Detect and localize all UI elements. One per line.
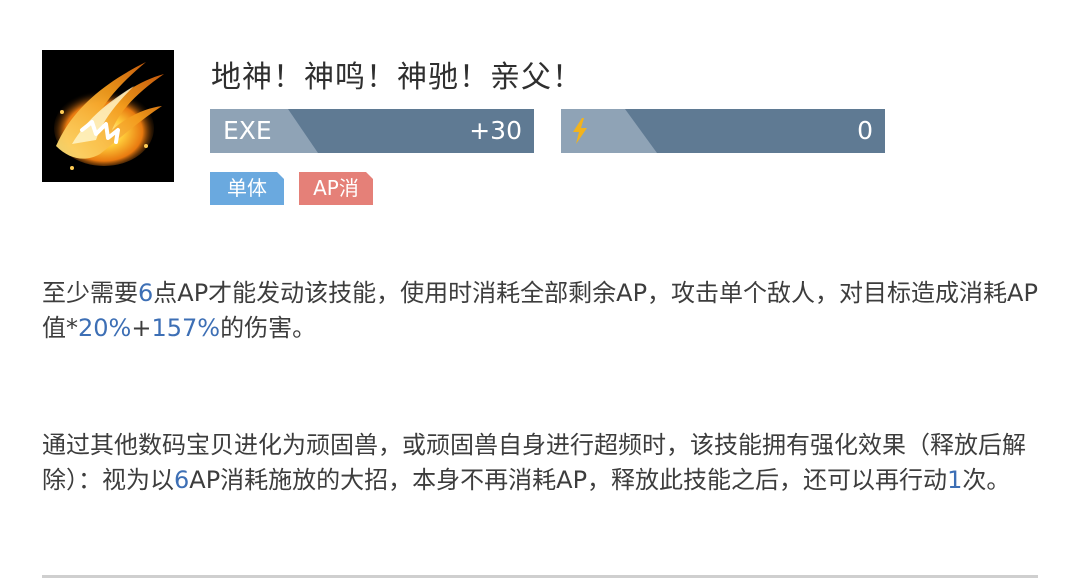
desc-text: 的伤害。 <box>220 314 317 342</box>
desc-highlight: 157% <box>151 314 221 342</box>
flame-slash-icon <box>42 50 174 182</box>
tag-ap-consume: AP消 <box>299 172 373 205</box>
desc-highlight: 20% <box>78 314 132 342</box>
desc-highlight: 6 <box>174 466 190 494</box>
desc-text: 至少需要 <box>42 279 138 307</box>
skill-title: 地神！神鸣！神驰！亲父！ <box>211 60 583 95</box>
desc-highlight: 1 <box>947 466 963 494</box>
tag-single-label: 单体 <box>227 176 267 200</box>
desc-text: + <box>131 314 152 342</box>
enhanced-effect-description: 通过其他数码宝贝进化为顽固兽，或顽固兽自身进行超频时，该技能拥有强化效果（释放后… <box>42 428 1042 498</box>
skill-icon <box>42 50 174 182</box>
tag-single-target: 单体 <box>210 172 284 205</box>
desc-text: 次。 <box>962 466 1011 494</box>
lightning-bolt-icon <box>573 118 587 144</box>
desc-highlight: 6 <box>138 279 154 307</box>
ap-value: 0 <box>857 116 873 145</box>
desc-text: AP消耗施放的大招，本身不再消耗AP，释放此技能之后，还可以再行动 <box>189 466 948 494</box>
ap-bar: 0 <box>561 109 885 153</box>
exe-value: +30 <box>469 116 522 145</box>
exe-label: EXE <box>223 116 272 145</box>
skill-description: 至少需要6点AP才能发动该技能，使用时消耗全部剩余AP，攻击单个敌人，对目标造成… <box>42 276 1042 346</box>
exe-bar: EXE +30 <box>210 109 534 153</box>
tag-ap-label: AP消 <box>313 176 359 200</box>
